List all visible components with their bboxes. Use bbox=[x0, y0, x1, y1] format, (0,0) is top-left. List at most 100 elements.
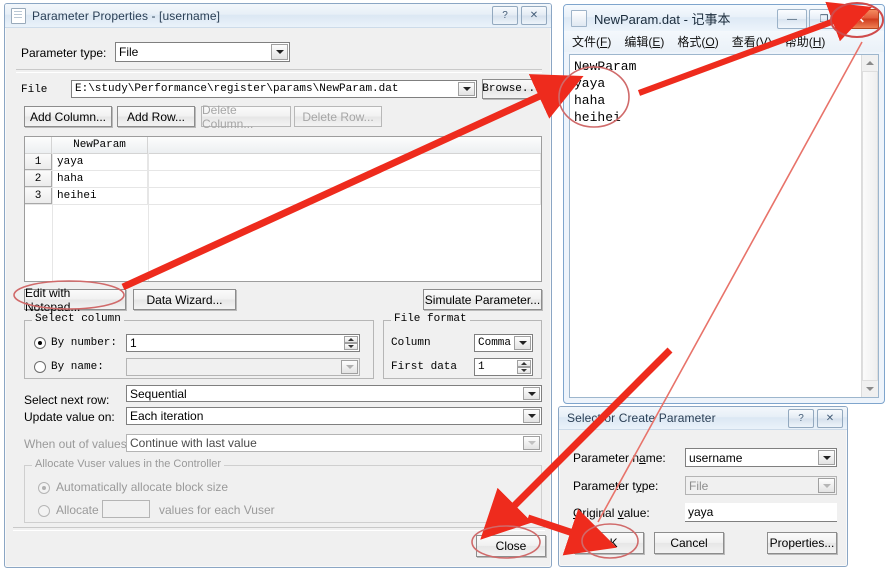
chevron-down-icon[interactable] bbox=[818, 450, 835, 465]
row-value[interactable]: yaya bbox=[52, 154, 148, 170]
first-data-value: 1 bbox=[478, 361, 485, 373]
original-value-label: Original value: bbox=[573, 506, 650, 520]
cancel-button[interactable]: Cancel bbox=[654, 532, 724, 554]
parameter-type-combo[interactable]: File bbox=[115, 42, 290, 62]
by-number-spinner[interactable] bbox=[344, 336, 358, 350]
menu-item-file[interactable]: 文件(F) bbox=[572, 33, 611, 50]
select-next-row-combo[interactable]: Sequential bbox=[126, 385, 542, 402]
notepad-icon bbox=[571, 9, 587, 27]
update-value-on-label: Update value on: bbox=[24, 410, 115, 424]
add-row-button[interactable]: Add Row... bbox=[117, 106, 195, 127]
grid-column-header-newparam[interactable]: NewParam bbox=[52, 137, 148, 153]
row-filler bbox=[148, 171, 541, 187]
notepad-text-area[interactable]: NewParam yaya haha heihei bbox=[569, 54, 879, 398]
edit-with-notepad-button[interactable]: Edit with Notepad... bbox=[24, 286, 126, 314]
maximize-icon[interactable]: ❐ bbox=[809, 9, 839, 29]
allocate-vuser-group-title: Allocate Vuser values in the Controller bbox=[32, 458, 225, 470]
column-label: Column bbox=[391, 337, 431, 349]
close-icon[interactable]: ✕ bbox=[841, 9, 879, 29]
parameter-type-combo-2: File bbox=[685, 476, 837, 495]
spinner-up-icon[interactable] bbox=[517, 360, 531, 367]
document-icon bbox=[11, 7, 26, 24]
grid-header-row: NewParam bbox=[25, 137, 541, 154]
by-name-radio[interactable] bbox=[34, 361, 46, 373]
spinner-down-icon[interactable] bbox=[344, 343, 358, 350]
select-create-titlebar[interactable]: Select or Create Parameter ? ✕ bbox=[559, 407, 847, 430]
chevron-down-icon[interactable] bbox=[523, 387, 540, 400]
when-out-of-values-label: When out of values: bbox=[24, 437, 131, 451]
add-column-button[interactable]: Add Column... bbox=[24, 106, 112, 127]
menu-item-format[interactable]: 格式(O) bbox=[677, 33, 718, 50]
by-name-combo[interactable] bbox=[126, 358, 360, 376]
row-value[interactable]: haha bbox=[52, 171, 148, 187]
grid-corner-cell bbox=[25, 137, 52, 153]
parameter-properties-window: Parameter Properties - [username] ? ✕ Pa… bbox=[4, 3, 552, 568]
simulate-parameter-button[interactable]: Simulate Parameter... bbox=[423, 289, 542, 310]
close-button[interactable]: Close bbox=[476, 535, 546, 557]
first-data-input[interactable]: 1 bbox=[474, 358, 533, 376]
notepad-title: NewParam.dat - 记事本 bbox=[594, 11, 731, 27]
help-icon[interactable]: ? bbox=[788, 409, 814, 428]
help-icon[interactable]: ? bbox=[492, 6, 518, 25]
menu-item-edit[interactable]: 编辑(E) bbox=[624, 33, 664, 50]
first-data-spinner[interactable] bbox=[517, 360, 531, 374]
update-value-on-combo[interactable]: Each iteration bbox=[126, 407, 542, 425]
chevron-down-icon[interactable] bbox=[341, 360, 358, 374]
close-icon[interactable]: ✕ bbox=[521, 6, 547, 25]
notepad-line: NewParam bbox=[574, 59, 637, 74]
browse-button[interactable]: Browse... bbox=[482, 79, 542, 99]
chevron-down-icon[interactable] bbox=[458, 82, 475, 96]
scroll-down-icon[interactable] bbox=[862, 381, 878, 397]
parameter-data-grid[interactable]: NewParam 1 yaya 2 haha 3 heihei bbox=[24, 136, 542, 282]
chevron-down-icon[interactable] bbox=[523, 409, 540, 423]
row-value[interactable]: heihei bbox=[52, 188, 148, 204]
spinner-up-icon[interactable] bbox=[344, 336, 358, 343]
column-format-value: Comma bbox=[478, 337, 512, 349]
when-out-of-values-value: Continue with last value bbox=[130, 436, 257, 450]
table-row[interactable]: 1 yaya bbox=[25, 154, 541, 171]
properties-button[interactable]: Properties... bbox=[767, 532, 837, 554]
auto-allocate-label: Automatically allocate block size bbox=[56, 480, 229, 494]
spinner-down-icon[interactable] bbox=[517, 367, 531, 374]
parameter-properties-titlebar[interactable]: Parameter Properties - [username] ? ✕ bbox=[5, 4, 551, 28]
notepad-window: NewParam.dat - 记事本 — ❐ ✕ 文件(F) 编辑(E) 格式(… bbox=[563, 4, 885, 404]
notepad-titlebar[interactable]: NewParam.dat - 记事本 — ❐ ✕ bbox=[564, 5, 884, 31]
chevron-down-icon bbox=[523, 436, 540, 450]
scrollbar-thumb[interactable] bbox=[862, 71, 878, 381]
notepad-text-content[interactable]: NewParam yaya haha heihei bbox=[570, 55, 878, 126]
chevron-down-icon[interactable] bbox=[271, 44, 288, 60]
close-icon[interactable]: ✕ bbox=[817, 409, 843, 428]
parameter-type-value: File bbox=[119, 45, 139, 59]
by-number-label: By number: bbox=[51, 337, 118, 349]
notepad-line: haha bbox=[574, 93, 606, 108]
row-number: 2 bbox=[25, 171, 52, 187]
menu-item-help[interactable]: 帮助(H) bbox=[785, 33, 826, 50]
update-value-on-value: Each iteration bbox=[130, 409, 204, 423]
table-row[interactable]: 3 heihei bbox=[25, 188, 541, 205]
file-format-group-title: File format bbox=[391, 313, 470, 325]
chevron-down-icon[interactable] bbox=[514, 336, 531, 350]
ok-button[interactable]: OK bbox=[574, 532, 644, 554]
parameter-type-label-2: Parameter type: bbox=[573, 479, 659, 493]
original-value-input[interactable]: yaya bbox=[685, 503, 837, 522]
file-path-combo[interactable]: E:\study\Performance\register\params\New… bbox=[71, 80, 477, 98]
delete-row-button: Delete Row... bbox=[294, 106, 382, 127]
manual-allocate-radio bbox=[38, 505, 50, 517]
parameter-type-value-2: File bbox=[689, 478, 709, 493]
by-number-radio[interactable] bbox=[34, 337, 46, 349]
by-number-input[interactable]: 1 bbox=[126, 334, 360, 352]
notepad-vertical-scrollbar[interactable] bbox=[861, 55, 878, 397]
file-path-value: E:\study\Performance\register\params\New… bbox=[75, 83, 399, 95]
menu-item-view[interactable]: 查看(V) bbox=[732, 33, 772, 50]
data-wizard-button[interactable]: Data Wizard... bbox=[133, 289, 236, 310]
minimize-icon[interactable]: — bbox=[777, 9, 807, 29]
row-filler bbox=[148, 188, 541, 204]
parameter-type-label: Parameter type: bbox=[21, 46, 107, 60]
column-format-combo[interactable]: Comma bbox=[474, 334, 533, 352]
table-row[interactable]: 2 haha bbox=[25, 171, 541, 188]
parameter-name-label: Parameter name: bbox=[573, 451, 666, 465]
select-column-group-title: Select column bbox=[32, 313, 124, 325]
parameter-name-combo[interactable]: username bbox=[685, 448, 837, 467]
scroll-up-icon[interactable] bbox=[862, 55, 878, 71]
footer-divider bbox=[13, 527, 545, 531]
